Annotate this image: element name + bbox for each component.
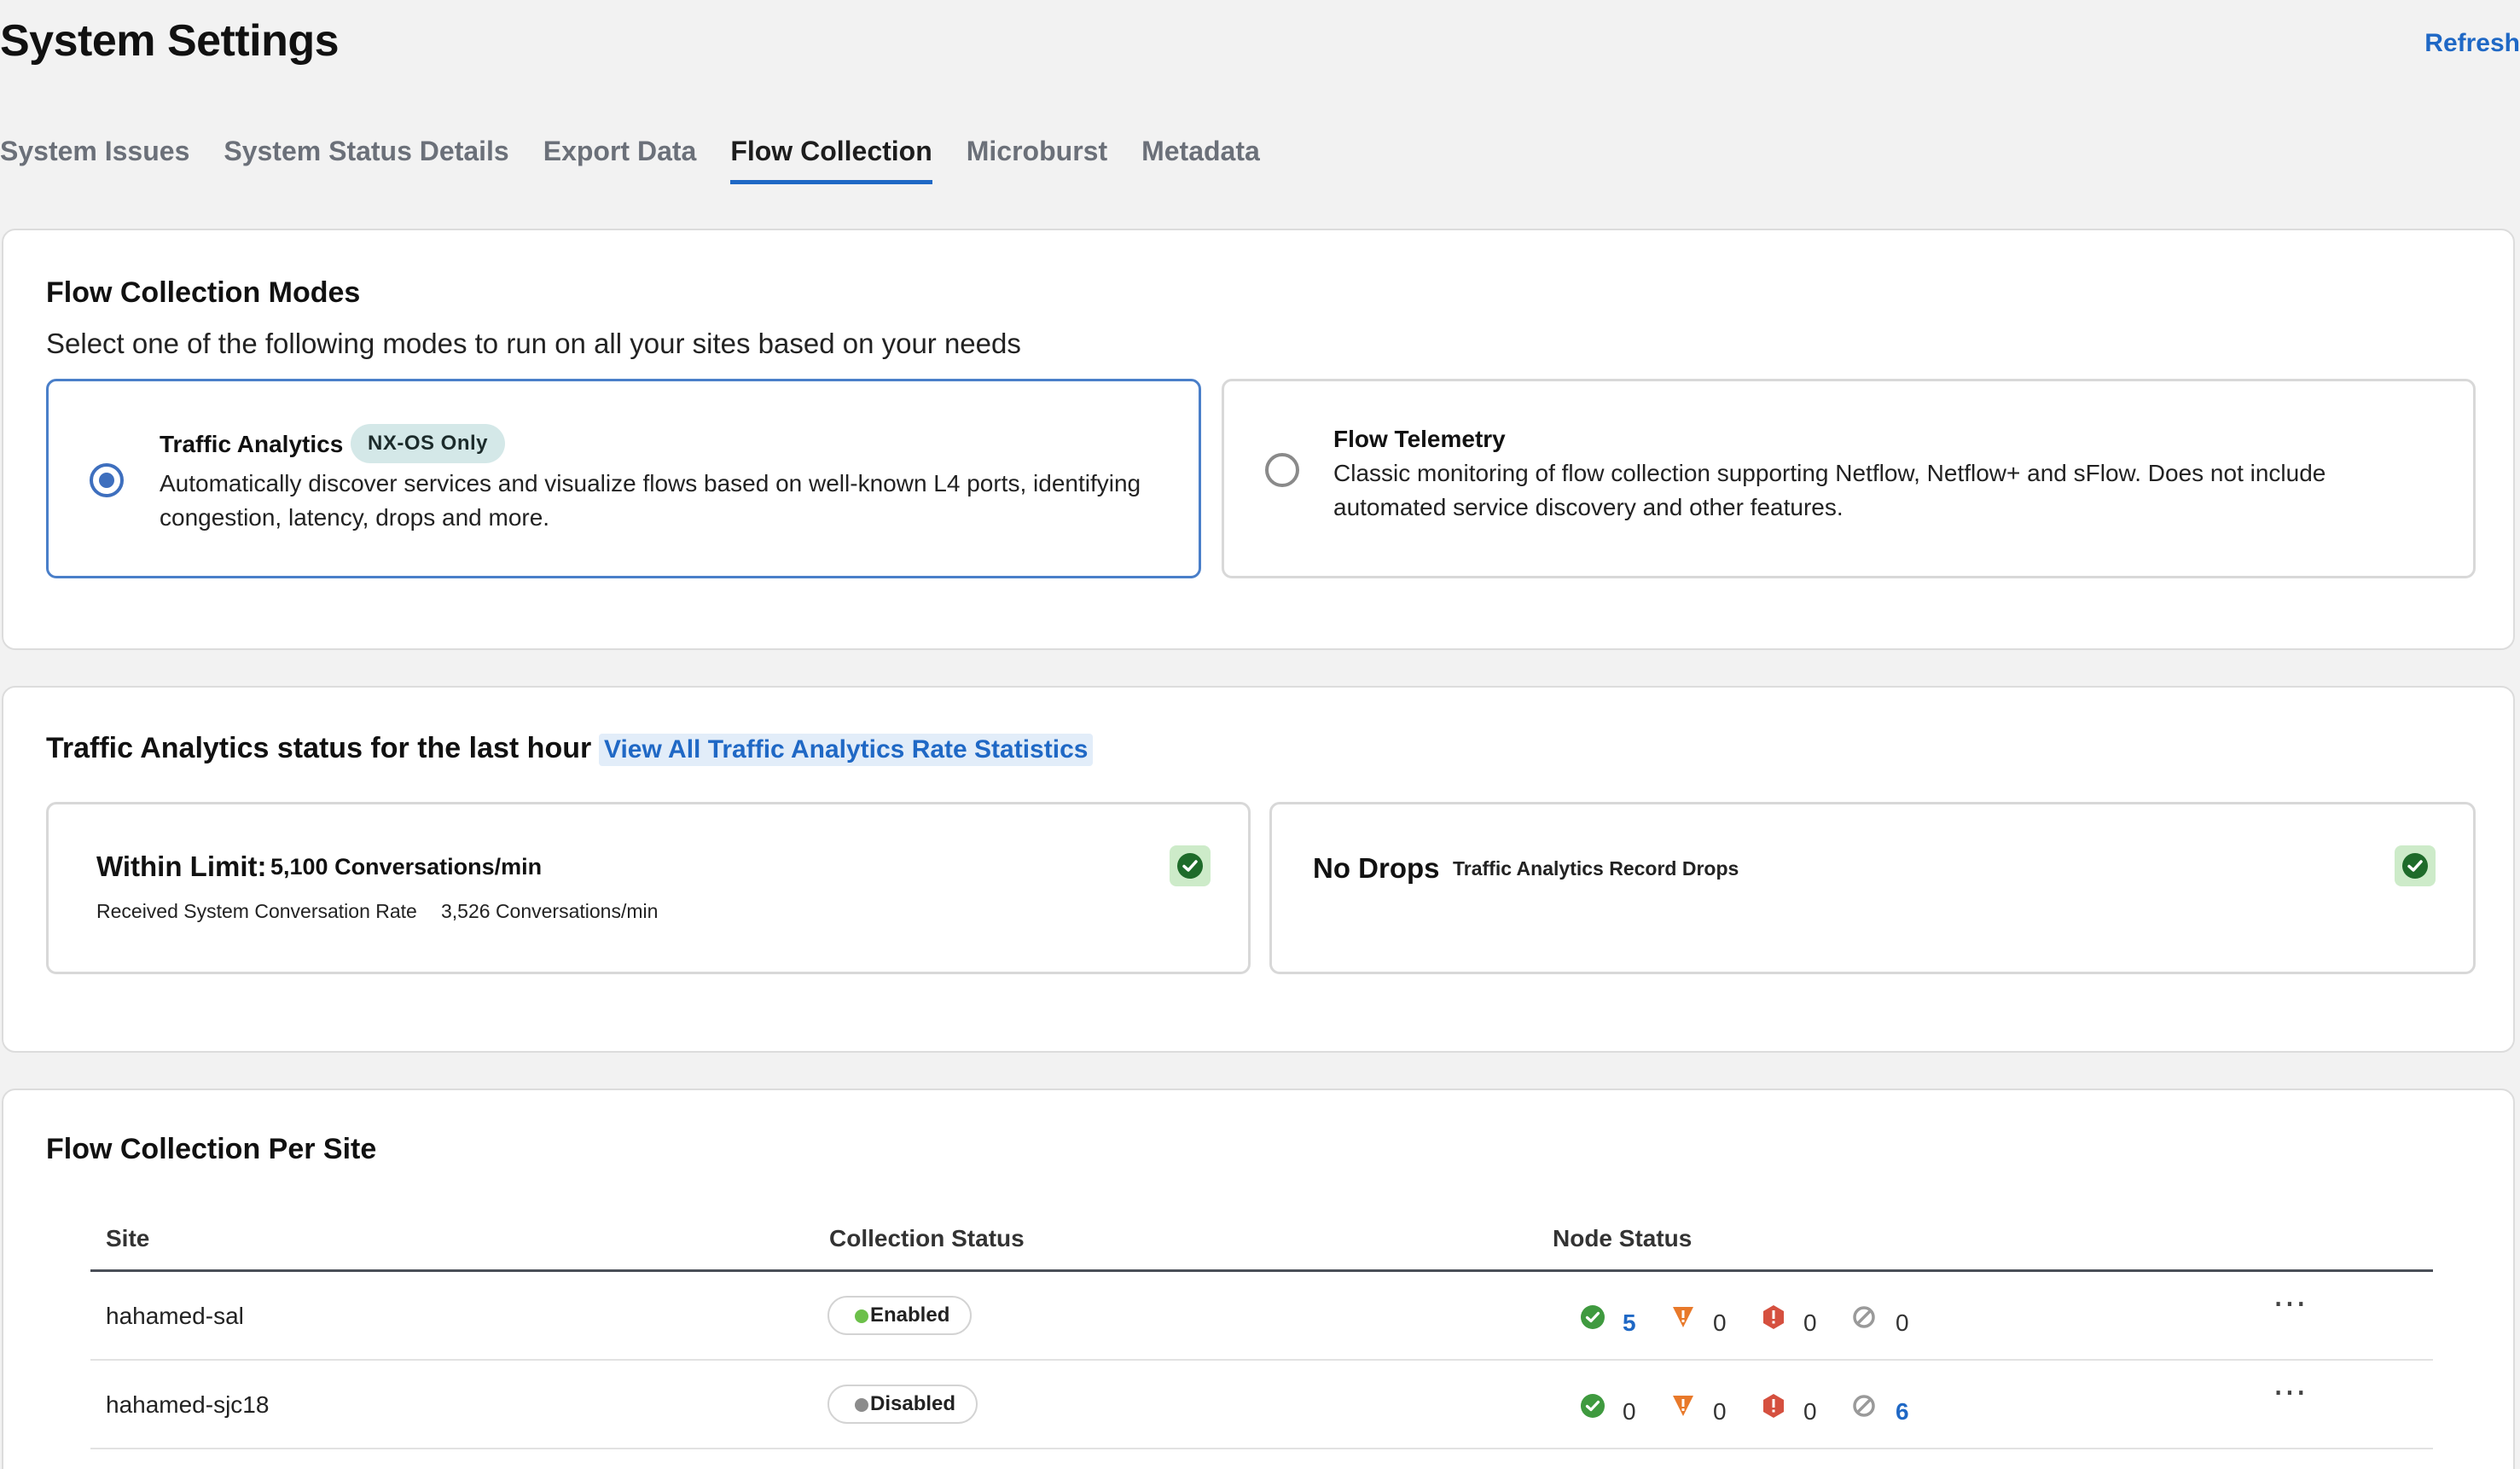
mode-description: Classic monitoring of flow collection su… [1333, 460, 2326, 520]
status-dot [855, 1398, 868, 1412]
disabled-count: 0 [1896, 1309, 1909, 1336]
received-rate-value: 3,526 Conversations/min [441, 900, 659, 922]
status-dot [855, 1309, 868, 1323]
tab-bar: System Issues System Status Details Expo… [0, 130, 1260, 184]
radio-selected[interactable] [90, 463, 124, 497]
column-header-node-status[interactable]: Node Status [1553, 1225, 1692, 1252]
tab-microburst[interactable]: Microburst [967, 130, 1107, 184]
status-badge: Disabled [827, 1385, 978, 1424]
disabled-count[interactable]: 6 [1896, 1398, 1909, 1425]
healthy-count[interactable]: 5 [1623, 1309, 1636, 1337]
traffic-analytics-status-card: Traffic Analytics status for the last ho… [2, 686, 2515, 1053]
section-title: Flow Collection Per Site [46, 1133, 377, 1165]
check-circle-icon [1170, 845, 1211, 886]
tab-system-status-details[interactable]: System Status Details [224, 130, 508, 184]
mode-title: Flow Telemetry [1333, 426, 1506, 452]
column-header-site[interactable]: Site [106, 1225, 149, 1252]
critical-count: 0 [1803, 1398, 1817, 1425]
mode-title: Traffic Analytics [160, 431, 344, 457]
page-title: System Settings [0, 16, 340, 66]
tab-flow-collection[interactable]: Flow Collection [730, 130, 932, 184]
warning-icon [1673, 1307, 1693, 1327]
no-drops-label: No Drops [1313, 852, 1440, 884]
row-actions-menu[interactable]: ⋯ [2273, 1373, 2308, 1412]
within-limit-box: Within Limit: 5,100 Conversations/min Re… [46, 802, 1251, 974]
mode-option-traffic-analytics[interactable]: Traffic Analytics NX-OS Only Automatical… [46, 379, 1201, 578]
table-row: hahamed-sal Enabled 5 0 0 0 ⋯ [90, 1272, 2433, 1361]
healthy-count: 0 [1623, 1398, 1636, 1425]
critical-icon [1763, 1394, 1784, 1418]
tab-system-issues[interactable]: System Issues [0, 130, 189, 184]
section-title: Flow Collection Modes [46, 276, 361, 309]
within-limit-label: Within Limit: [96, 851, 267, 882]
critical-icon [1763, 1305, 1784, 1329]
check-circle-icon [2395, 845, 2436, 886]
disabled-icon [1853, 1395, 1875, 1417]
limit-value: 5,100 Conversations/min [270, 854, 543, 880]
warning-count: 0 [1713, 1309, 1727, 1336]
site-name: hahamed-sal [106, 1303, 244, 1329]
tab-export-data[interactable]: Export Data [543, 130, 697, 184]
tab-metadata[interactable]: Metadata [1141, 130, 1260, 184]
flow-collection-modes-card: Flow Collection Modes Select one of the … [2, 229, 2515, 650]
column-header-collection-status[interactable]: Collection Status [829, 1225, 1025, 1252]
nxos-only-badge: NX-OS Only [351, 424, 506, 463]
no-drops-box: No Drops Traffic Analytics Record Drops [1269, 802, 2476, 974]
mode-description: Automatically discover services and visu… [160, 470, 1141, 531]
section-title: Traffic Analytics status for the last ho… [46, 732, 592, 764]
warning-icon [1673, 1396, 1693, 1416]
radio-unselected[interactable] [1265, 453, 1299, 487]
table-row: hahamed-sjc18 Disabled 0 0 0 6 ⋯ [90, 1361, 2433, 1449]
disabled-icon [1853, 1306, 1875, 1328]
row-actions-menu[interactable]: ⋯ [2273, 1284, 2308, 1323]
healthy-icon [1581, 1394, 1605, 1418]
critical-count: 0 [1803, 1309, 1817, 1336]
refresh-link[interactable]: Refresh [2424, 29, 2520, 58]
record-drops-label: Traffic Analytics Record Drops [1453, 857, 1739, 880]
flow-collection-per-site-card: Flow Collection Per Site Site Collection… [2, 1089, 2515, 1469]
status-badge: Enabled [827, 1296, 973, 1335]
healthy-icon [1581, 1305, 1605, 1329]
mode-option-flow-telemetry[interactable]: Flow Telemetry Classic monitoring of flo… [1222, 379, 2476, 578]
section-subtitle: Select one of the following modes to run… [46, 328, 1021, 359]
view-rate-statistics-link[interactable]: View All Traffic Analytics Rate Statisti… [599, 734, 1094, 766]
warning-count: 0 [1713, 1398, 1727, 1425]
site-name: hahamed-sjc18 [106, 1391, 270, 1418]
received-rate-label: Received System Conversation Rate [96, 900, 417, 922]
